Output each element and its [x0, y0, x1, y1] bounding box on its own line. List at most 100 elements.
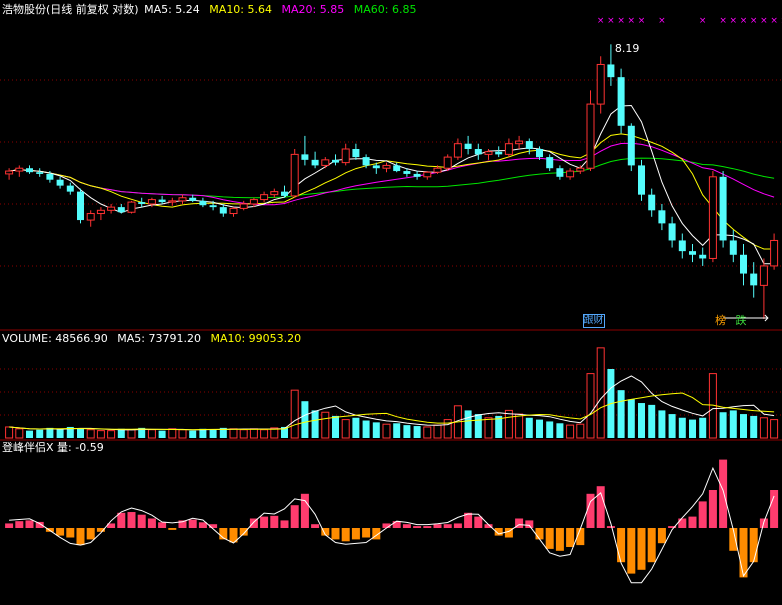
candle-body	[290, 153, 299, 197]
ma60-label: MA60: 6.85	[353, 3, 417, 16]
volume-bar	[719, 412, 727, 438]
indicator-bar	[311, 524, 320, 528]
candle-body	[638, 165, 645, 195]
volume-bar	[86, 429, 95, 439]
candle-body	[372, 165, 380, 169]
x-marker: ×	[628, 16, 636, 26]
indicator-bar	[362, 528, 371, 538]
candle-body	[66, 185, 74, 192]
volume-bar	[699, 417, 707, 438]
indicator-bar	[637, 528, 646, 570]
indicator-header: 登峰伴侣X 量: -0.59	[2, 441, 104, 454]
indicator-bar	[453, 523, 462, 528]
indicator-bar	[198, 522, 207, 528]
volume-bar	[147, 429, 156, 439]
stock-title: 浩物股份(日线 前复权 对数)	[2, 3, 139, 16]
candle-body	[689, 251, 696, 255]
candle-body	[699, 254, 707, 259]
volume-bar	[586, 373, 595, 439]
indicator-bar	[555, 528, 564, 551]
x-marker: ×	[750, 16, 758, 26]
volume-bar	[372, 422, 380, 438]
volume-bar	[321, 411, 330, 439]
indicator-bar	[5, 523, 14, 528]
volume-bar	[15, 428, 24, 439]
indicator-bar	[606, 526, 615, 528]
volume-bar	[546, 421, 554, 438]
candle-body	[515, 140, 524, 145]
candle-body	[46, 173, 54, 180]
indicator-bar	[25, 520, 34, 528]
candle-body	[158, 199, 166, 203]
indicator-bar	[341, 528, 350, 542]
indicator-bar	[260, 516, 269, 528]
indicator-bar	[15, 521, 24, 528]
candle-body	[168, 200, 177, 203]
indicator-bar	[719, 459, 728, 528]
indicator-bar	[474, 516, 483, 528]
candle-body	[719, 176, 727, 241]
candle-body	[219, 207, 227, 214]
volume-bar	[382, 423, 391, 439]
volume-bar	[127, 429, 136, 439]
volume-bar	[189, 430, 197, 438]
candle-body	[270, 191, 279, 196]
volume-bar	[26, 430, 33, 438]
volume-bar	[168, 428, 177, 439]
candle-body	[750, 273, 758, 286]
candle-body	[536, 148, 543, 158]
marker-label: 榜	[715, 314, 727, 327]
marker-label: 跌	[735, 314, 747, 327]
volume-bar	[5, 426, 14, 439]
candle-body	[770, 239, 779, 267]
stock-chart: ×××××××××××××××	[0, 16, 782, 584]
volume-bar	[403, 425, 411, 438]
candle-body	[668, 223, 676, 241]
candle-body	[56, 179, 64, 186]
volume-bar	[229, 428, 238, 439]
volume-bar	[689, 419, 696, 438]
indicator-bar	[239, 528, 248, 536]
candle-body	[249, 199, 258, 205]
candle-body	[648, 194, 656, 211]
indicator-bar	[127, 512, 136, 528]
indicator-bar	[137, 514, 146, 528]
indicator-bar	[147, 518, 156, 528]
marker-label: 跟财	[582, 314, 605, 328]
candle-body	[576, 167, 585, 172]
candle-body	[627, 125, 635, 166]
indicator-bar	[698, 501, 707, 528]
candle-body	[209, 205, 217, 208]
candle-body	[433, 167, 442, 173]
candle-body	[525, 141, 533, 149]
candle-body	[36, 172, 44, 174]
volume-bar	[239, 429, 248, 439]
volume-ma5-label: MA5: 73791.20	[117, 332, 201, 345]
volume-bar	[77, 428, 84, 438]
indicator-bar	[525, 520, 534, 528]
indicator-bar	[402, 524, 411, 528]
candle-body	[107, 206, 116, 211]
volume-bar	[638, 403, 645, 438]
volume-bar	[627, 399, 635, 438]
volume-bar	[668, 414, 676, 438]
indicator-bar	[351, 528, 360, 540]
indicator-bar	[188, 519, 197, 528]
candle-body	[311, 159, 319, 166]
indicator-bar	[566, 528, 575, 547]
candle-body	[393, 165, 401, 172]
candle-body	[15, 167, 24, 172]
indicator-bar	[158, 522, 167, 528]
x-marker: ×	[760, 16, 768, 26]
volume-ma10-label: MA10: 99053.20	[210, 332, 302, 345]
indicator-bar	[270, 515, 279, 528]
candle-body	[566, 170, 575, 178]
volume-bar	[352, 417, 360, 438]
volume-bar	[107, 430, 116, 439]
candle-body	[138, 202, 146, 204]
candle-body	[352, 148, 360, 158]
indicator-bar	[678, 518, 687, 528]
volume-bar	[770, 419, 779, 439]
volume-bar	[740, 414, 747, 438]
candle-body	[178, 197, 187, 202]
